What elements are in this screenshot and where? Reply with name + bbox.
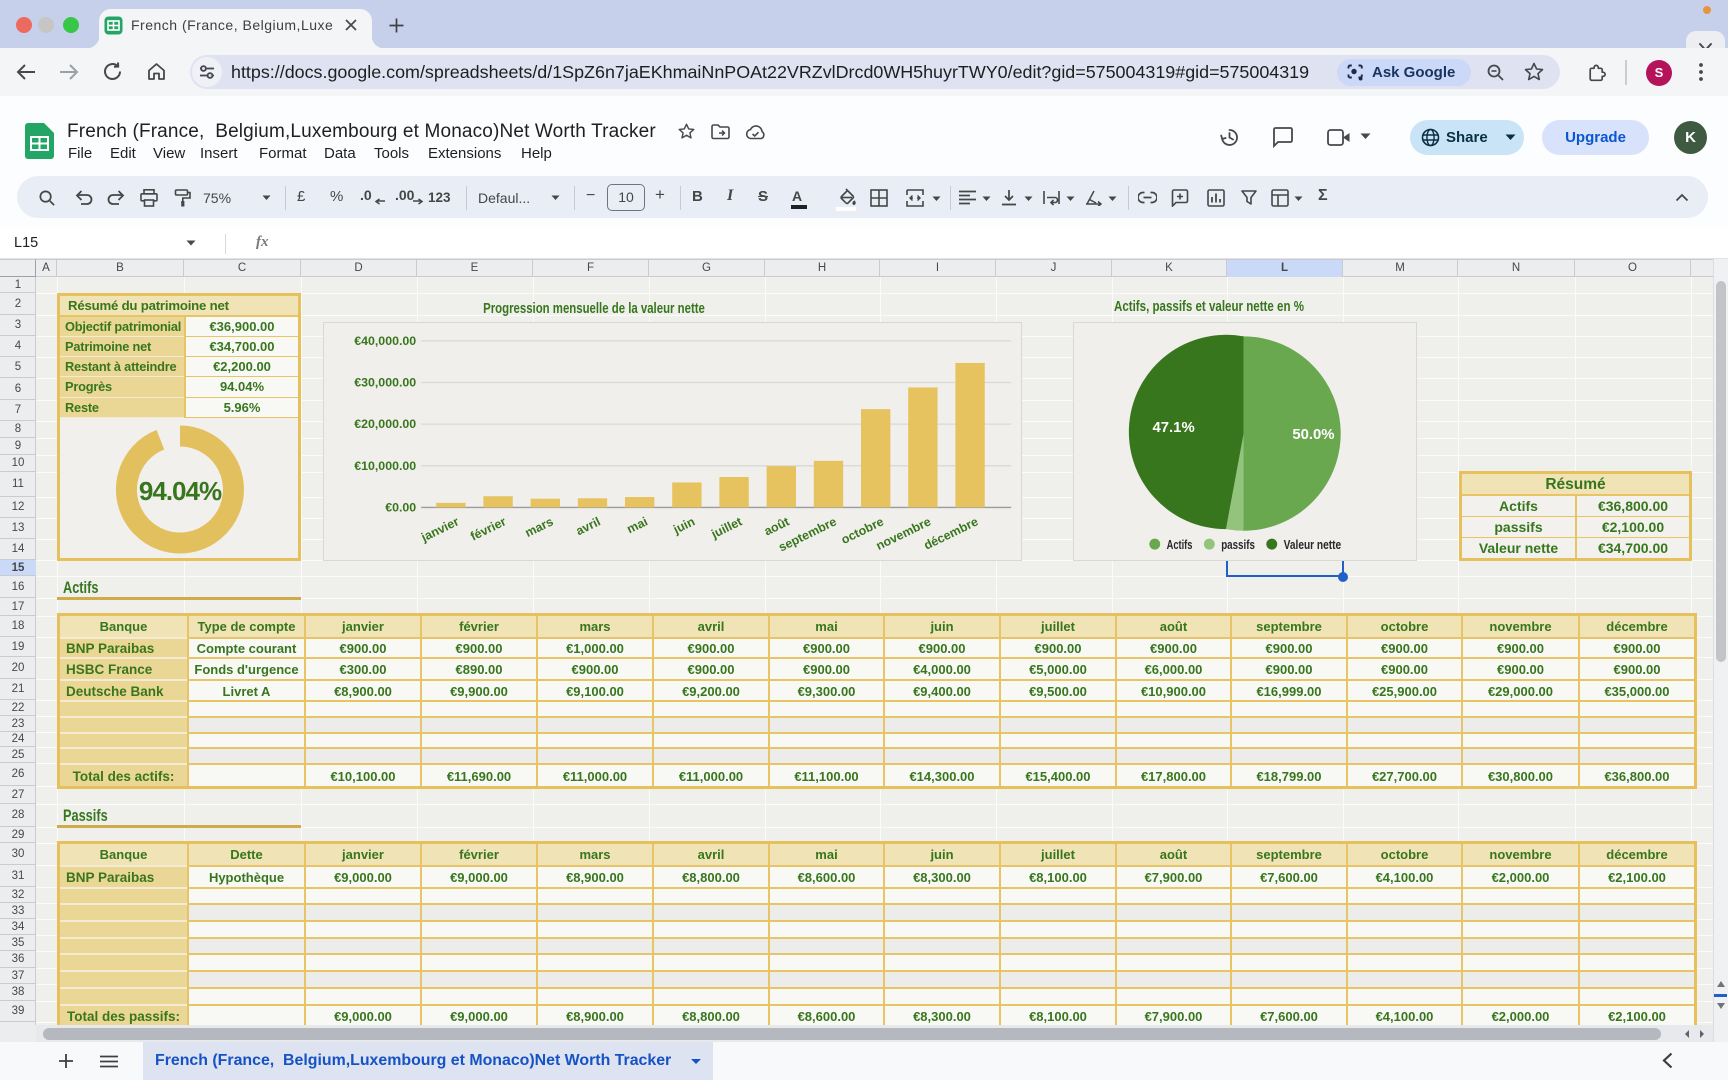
svg-text:€30,000.00: €30,000.00 xyxy=(354,375,416,389)
svg-text:94.04%: 94.04% xyxy=(139,476,222,506)
svg-text:€40,000.00: €40,000.00 xyxy=(354,334,416,348)
svg-text:février: février xyxy=(468,514,508,543)
svg-text:janvier: janvier xyxy=(418,514,461,545)
svg-text:Actifs: Actifs xyxy=(1167,537,1193,552)
svg-text:47.1%: 47.1% xyxy=(1153,420,1195,436)
svg-text:août: août xyxy=(762,514,792,538)
svg-text:50.0%: 50.0% xyxy=(1292,427,1334,443)
svg-text:avril: avril xyxy=(574,514,603,538)
svg-text:mars: mars xyxy=(523,514,556,540)
svg-text:€10,000.00: €10,000.00 xyxy=(354,459,416,473)
svg-text:Valeur nette: Valeur nette xyxy=(1284,537,1342,552)
svg-text:€20,000.00: €20,000.00 xyxy=(354,417,416,431)
svg-text:juin: juin xyxy=(670,514,697,537)
svg-text:€0.00: €0.00 xyxy=(385,500,416,514)
svg-text:passifs: passifs xyxy=(1221,537,1255,552)
svg-text:mai: mai xyxy=(625,514,650,536)
svg-text:juillet: juillet xyxy=(708,514,744,541)
svg-text:décembre: décembre xyxy=(922,514,981,552)
